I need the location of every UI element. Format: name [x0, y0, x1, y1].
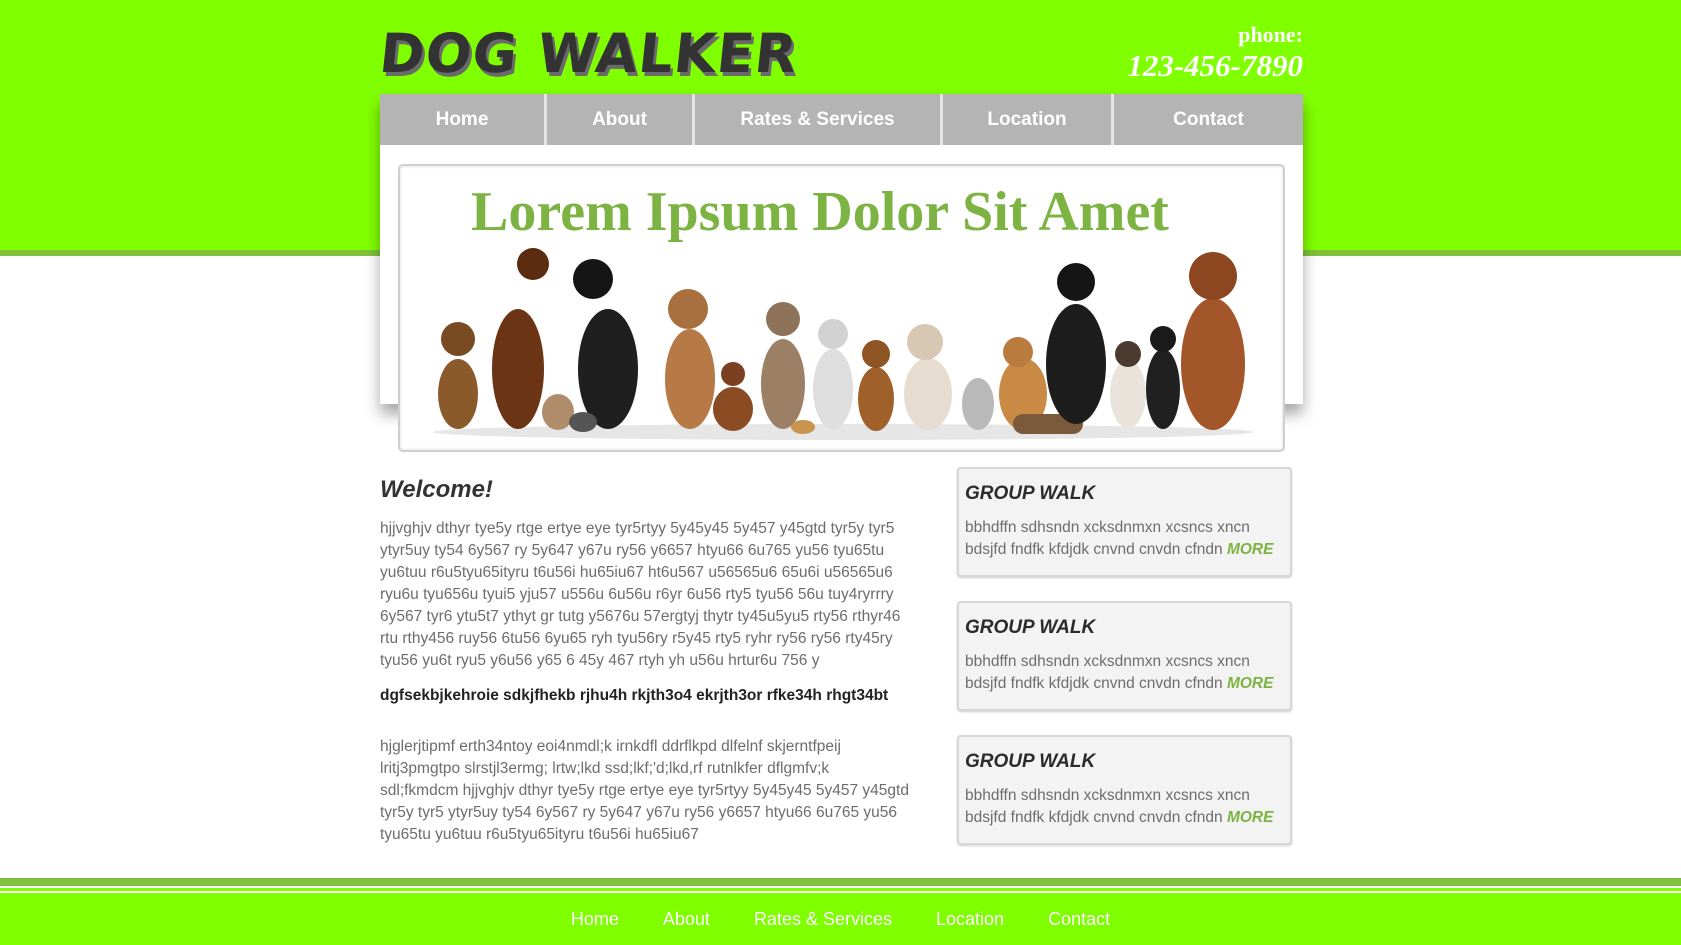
- hero-banner: Lorem Ipsum Dolor Sit Amet: [398, 164, 1285, 452]
- welcome-heading: Welcome!: [380, 476, 493, 503]
- dog-figure: [573, 259, 638, 429]
- card-description: bbhdffn sdhsndn xcksdnmxn xcsncs xncn bd…: [965, 519, 1250, 558]
- nav-home[interactable]: Home: [380, 94, 547, 145]
- more-link[interactable]: MORE: [1227, 675, 1274, 692]
- nav-contact[interactable]: Contact: [1114, 94, 1303, 145]
- site-logo[interactable]: DOG WALKER: [376, 22, 801, 85]
- logo-text: DOG WALKER: [376, 22, 801, 85]
- dog-figure: [1181, 252, 1245, 430]
- nav-location[interactable]: Location: [943, 94, 1114, 145]
- dog-figure: [858, 340, 894, 431]
- footer-nav: Home About Rates & Services Location Con…: [0, 893, 1681, 945]
- phone-label: phone:: [1238, 22, 1303, 47]
- cat-figure: [1110, 341, 1146, 428]
- pets-group-image: [433, 248, 1253, 440]
- card-description: bbhdffn sdhsndn xcksdnmxn xcsncs xncn bd…: [965, 653, 1250, 692]
- cat-figure: [1146, 326, 1180, 429]
- dog-figure: [1046, 263, 1106, 424]
- group-walk-card: GROUP WALK bbhdffn sdhsndn xcksdnmxn xcs…: [957, 601, 1292, 711]
- nav-about[interactable]: About: [547, 94, 695, 145]
- phone-number: 123-456-7890: [1127, 48, 1303, 83]
- nav-rates-services[interactable]: Rates & Services: [695, 94, 943, 145]
- footer-link-rates-services[interactable]: Rates & Services: [754, 909, 892, 930]
- rabbit-figure: [962, 378, 994, 430]
- card-title: GROUP WALK: [965, 483, 1096, 504]
- intro-paragraph: hjjvghjv dthyr tye5y rtge ertye eye tyr5…: [380, 520, 901, 669]
- dog-figure: [713, 362, 753, 431]
- dog-figure: [492, 248, 549, 429]
- group-walk-card: GROUP WALK bbhdffn sdhsndn xcksdnmxn xcs…: [957, 467, 1292, 577]
- banner-title: Lorem Ipsum Dolor Sit Amet: [471, 181, 1169, 243]
- dog-figure: [904, 324, 952, 430]
- guinea-pig-figure: [569, 412, 597, 432]
- main-nav: Home About Rates & Services Location Con…: [380, 94, 1303, 145]
- footer-link-about[interactable]: About: [663, 909, 710, 930]
- card-text: bbhdffn sdhsndn xcksdnmxn xcsncs xncn bd…: [965, 517, 1284, 561]
- footer-link-home[interactable]: Home: [571, 909, 619, 930]
- more-link[interactable]: MORE: [1227, 541, 1274, 558]
- footer-link-location[interactable]: Location: [936, 909, 1004, 930]
- footer-divider: [0, 878, 1681, 886]
- phone-block: phone: 123-456-7890: [1127, 22, 1303, 84]
- cat-figure: [813, 319, 853, 429]
- group-walk-card: GROUP WALK bbhdffn sdhsndn xcksdnmxn xcs…: [957, 735, 1292, 845]
- footer-link-contact[interactable]: Contact: [1048, 909, 1110, 930]
- more-link[interactable]: MORE: [1227, 809, 1274, 826]
- section-subheading: dgfsekbjkehroie sdkjfhekb rjhu4h rkjth3o…: [380, 687, 889, 704]
- footer-divider-accent: [0, 888, 1681, 891]
- body-paragraph: hjglerjtipmf erth34ntoy eoi4nmdl;k irnkd…: [380, 738, 909, 843]
- card-text: bbhdffn sdhsndn xcksdnmxn xcsncs xncn bd…: [965, 785, 1284, 829]
- card-description: bbhdffn sdhsndn xcksdnmxn xcsncs xncn bd…: [965, 787, 1250, 826]
- dog-figure: [665, 289, 715, 429]
- card-title: GROUP WALK: [965, 751, 1096, 772]
- dog-figure: [761, 302, 805, 429]
- card-text: bbhdffn sdhsndn xcksdnmxn xcsncs xncn bd…: [965, 651, 1284, 695]
- rabbit-figure: [542, 394, 574, 430]
- card-title: GROUP WALK: [965, 617, 1096, 638]
- hamster-figure: [791, 420, 815, 434]
- dog-figure: [438, 322, 478, 429]
